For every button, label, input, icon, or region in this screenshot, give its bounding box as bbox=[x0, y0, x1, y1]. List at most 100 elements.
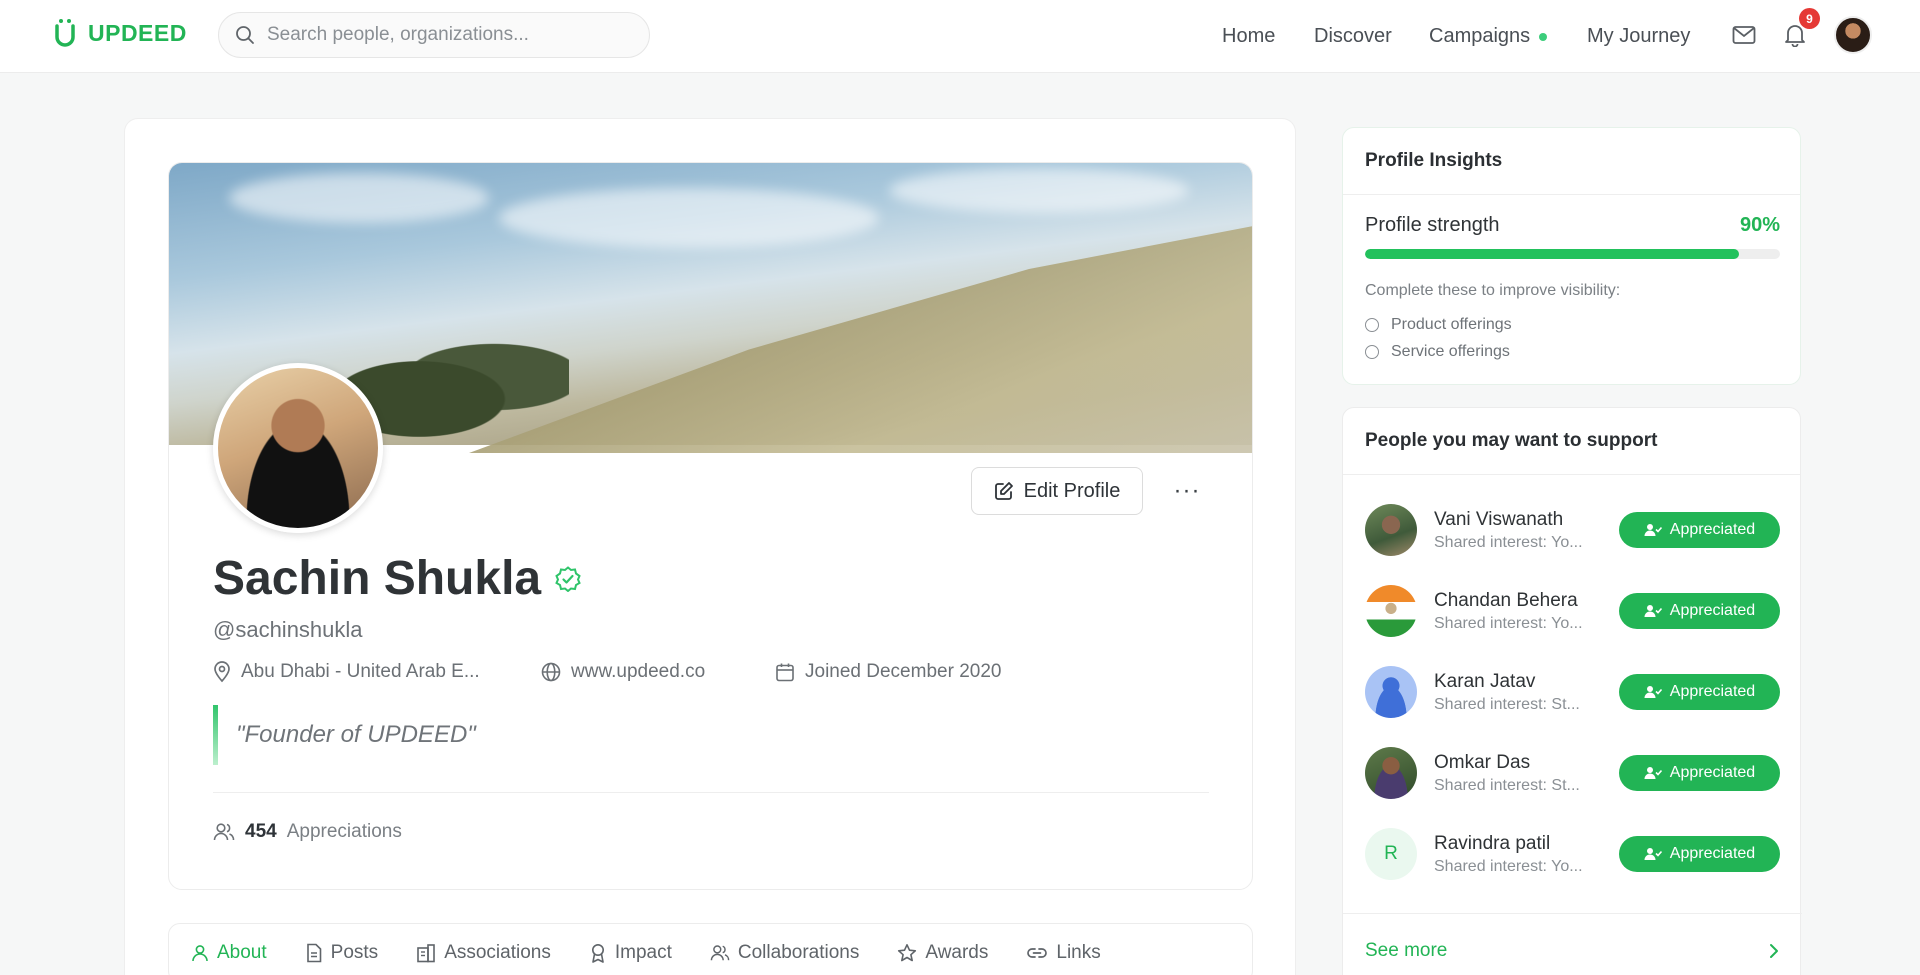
list-item[interactable]: Karan Jatav Shared interest: St... Appre… bbox=[1365, 664, 1780, 720]
profile-location-text: Abu Dhabi - United Arab E... bbox=[241, 661, 480, 682]
brand-logo[interactable]: UPDEED bbox=[52, 18, 187, 48]
user-check-icon bbox=[1644, 605, 1662, 617]
appreciations-count[interactable]: 454 Appreciations bbox=[213, 821, 402, 843]
appreciated-button[interactable]: Appreciated bbox=[1619, 836, 1780, 872]
more-options-label: ··· bbox=[1173, 477, 1201, 504]
profile-location: Abu Dhabi - United Arab E... bbox=[213, 661, 480, 683]
tab-awards-label: Awards bbox=[925, 942, 989, 963]
notification-count-badge: 9 bbox=[1799, 8, 1820, 29]
list-item[interactable]: Vani Viswanath Shared interest: Yo... Ap… bbox=[1365, 502, 1780, 558]
tab-associations[interactable]: Associations bbox=[416, 923, 551, 975]
avatar-initial[interactable]: R bbox=[1365, 828, 1417, 880]
see-more-link[interactable]: See more bbox=[1343, 913, 1802, 975]
profile-divider bbox=[213, 792, 1209, 793]
tab-impact[interactable]: Impact bbox=[589, 923, 672, 975]
nav-my-journey-label: My Journey bbox=[1587, 25, 1691, 47]
appreciated-button-label: Appreciated bbox=[1669, 764, 1756, 781]
edit-profile-button[interactable]: Edit Profile bbox=[971, 467, 1143, 515]
avatar[interactable] bbox=[1365, 747, 1417, 799]
star-icon bbox=[898, 944, 917, 962]
avatar[interactable] bbox=[1365, 666, 1417, 718]
tab-collaborations[interactable]: Collaborations bbox=[710, 923, 859, 975]
appreciated-button[interactable]: Appreciated bbox=[1619, 755, 1780, 791]
tab-associations-label: Associations bbox=[444, 942, 551, 963]
search-icon bbox=[236, 26, 254, 44]
document-icon bbox=[306, 943, 321, 963]
mail-icon bbox=[1732, 26, 1756, 44]
verified-badge-icon bbox=[555, 565, 581, 592]
checklist-item-service-offerings[interactable]: Service offerings bbox=[1365, 343, 1510, 361]
person-shared-interest: Shared interest: St... bbox=[1434, 695, 1580, 713]
person-name[interactable]: Karan Jatav bbox=[1434, 671, 1596, 693]
person-name[interactable]: Vani Viswanath bbox=[1434, 509, 1596, 531]
appreciated-button-label: Appreciated bbox=[1669, 521, 1756, 538]
profile-joined-text: Joined December 2020 bbox=[805, 661, 1002, 682]
avatar[interactable] bbox=[1365, 504, 1417, 556]
more-options-button[interactable]: ··· bbox=[1169, 473, 1205, 509]
person-shared-interest: Shared interest: Yo... bbox=[1434, 857, 1583, 875]
users-icon bbox=[710, 945, 730, 961]
person-info: Chandan Behera Shared interest: Yo... bbox=[1434, 590, 1596, 633]
improve-visibility-label: Complete these to improve visibility: bbox=[1365, 282, 1621, 299]
appreciated-button[interactable]: Appreciated bbox=[1619, 674, 1780, 710]
cover-cloud bbox=[229, 173, 489, 223]
nav-home[interactable]: Home bbox=[1222, 0, 1275, 73]
chevron-right-icon bbox=[1770, 944, 1778, 958]
nav-my-journey[interactable]: My Journey bbox=[1587, 0, 1690, 73]
tab-about-label: About bbox=[217, 942, 267, 963]
person-shared-interest: Shared interest: Yo... bbox=[1434, 614, 1583, 632]
edit-icon bbox=[994, 482, 1013, 500]
tab-collaborations-label: Collaborations bbox=[737, 942, 860, 963]
cover-cloud bbox=[499, 188, 879, 248]
messages-button[interactable] bbox=[1729, 20, 1759, 50]
avatar[interactable] bbox=[1365, 585, 1417, 637]
profile-strength-bar bbox=[1365, 249, 1780, 259]
person-name[interactable]: Ravindra patil bbox=[1434, 833, 1596, 855]
building-icon bbox=[417, 944, 435, 963]
search-bar[interactable] bbox=[218, 12, 650, 58]
tab-links[interactable]: Links bbox=[1026, 923, 1101, 975]
list-item[interactable]: Chandan Behera Shared interest: Yo... Ap… bbox=[1365, 583, 1780, 639]
profile-website-text: www.updeed.co bbox=[571, 661, 706, 682]
list-item[interactable]: Omkar Das Shared interest: St... Appreci… bbox=[1365, 745, 1780, 801]
unchecked-circle-icon bbox=[1365, 318, 1379, 332]
profile-joined: Joined December 2020 bbox=[775, 661, 1001, 683]
tab-about[interactable]: About bbox=[191, 923, 267, 975]
people-to-support-title: People you may want to support bbox=[1343, 408, 1800, 475]
nav-discover-label: Discover bbox=[1314, 25, 1392, 47]
appreciated-button-label: Appreciated bbox=[1669, 683, 1756, 700]
profile-website[interactable]: www.updeed.co bbox=[541, 661, 705, 683]
profile-strength-label: Profile strength bbox=[1365, 214, 1500, 236]
person-shared-interest: Shared interest: St... bbox=[1434, 776, 1580, 794]
campaigns-indicator-dot bbox=[1539, 32, 1548, 41]
user-check-icon bbox=[1644, 524, 1662, 536]
search-input[interactable] bbox=[267, 24, 627, 46]
brand-name: UPDEED bbox=[88, 19, 187, 46]
profile-photo[interactable] bbox=[213, 363, 383, 533]
checklist-item-label: Product offerings bbox=[1391, 316, 1512, 333]
tab-awards[interactable]: Awards bbox=[897, 923, 988, 975]
user-avatar-menu[interactable] bbox=[1834, 16, 1872, 54]
nav-discover[interactable]: Discover bbox=[1314, 0, 1392, 73]
person-info: Ravindra patil Shared interest: Yo... bbox=[1434, 833, 1596, 876]
appreciations-label: Appreciations bbox=[286, 821, 402, 842]
checklist-item-label: Service offerings bbox=[1391, 343, 1510, 360]
nav-campaigns[interactable]: Campaigns bbox=[1429, 0, 1548, 73]
cover-cloud bbox=[889, 168, 1189, 213]
appreciated-button[interactable]: Appreciated bbox=[1619, 593, 1780, 629]
link-icon bbox=[1027, 948, 1048, 958]
list-item[interactable]: R Ravindra patil Shared interest: Yo... … bbox=[1365, 826, 1780, 882]
people-to-support-panel: People you may want to support Vani Visw… bbox=[1342, 407, 1802, 975]
tab-posts[interactable]: Posts bbox=[305, 923, 379, 975]
logo-mark-icon bbox=[55, 19, 75, 47]
unchecked-circle-icon bbox=[1365, 345, 1379, 359]
person-info: Vani Viswanath Shared interest: Yo... bbox=[1434, 509, 1596, 552]
profile-handle: @sachinshukla bbox=[213, 617, 363, 642]
person-name[interactable]: Omkar Das bbox=[1434, 752, 1596, 774]
profile-insights-title: Profile Insights bbox=[1343, 128, 1800, 195]
tab-posts-label: Posts bbox=[330, 942, 379, 963]
profile-strength-percent: 90% bbox=[1739, 214, 1780, 236]
checklist-item-product-offerings[interactable]: Product offerings bbox=[1365, 316, 1512, 334]
person-name[interactable]: Chandan Behera bbox=[1434, 590, 1596, 612]
appreciated-button[interactable]: Appreciated bbox=[1619, 512, 1780, 548]
